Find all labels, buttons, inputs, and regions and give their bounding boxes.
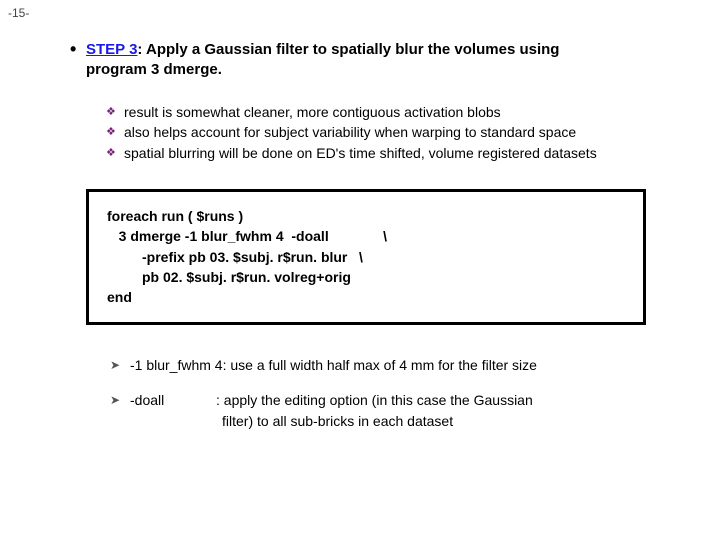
option-desc-line1: : apply the editing option (in this case… <box>216 392 533 408</box>
step-rest-line1: : Apply a Gaussian filter to spatially b… <box>137 41 559 58</box>
diamond-bullet-icon: ❖ <box>106 123 124 141</box>
list-item-text: spatial blurring will be done on ED's ti… <box>124 144 597 163</box>
slide-page: -15- • STEP 3: Apply a Gaussian filter t… <box>0 0 720 540</box>
code-line: pb 02. $subj. r$run. volreg+orig <box>107 267 625 287</box>
bullet-dot-icon: • <box>70 40 86 58</box>
step-label: STEP 3 <box>86 41 137 58</box>
option-desc-line2: filter) to all sub-bricks in each datase… <box>130 411 533 432</box>
slide-content: • STEP 3: Apply a Gaussian filter to spa… <box>70 40 700 446</box>
arrow-bullet-icon: ➤ <box>110 390 130 410</box>
code-block: foreach run ( $runs ) 3 dmerge -1 blur_f… <box>86 189 646 324</box>
sub-point-list: ❖ result is somewhat cleaner, more conti… <box>106 103 700 164</box>
option-text: -1 blur_fwhm 4: use a full width half ma… <box>130 355 537 376</box>
option-text: -doall: apply the editing option (in thi… <box>130 390 533 432</box>
option-key: -doall <box>130 390 216 411</box>
list-item-text: also helps account for subject variabili… <box>124 123 576 142</box>
code-line: end <box>107 287 625 307</box>
list-item: ❖ spatial blurring will be done on ED's … <box>106 144 700 163</box>
list-item: ❖ also helps account for subject variabi… <box>106 123 700 142</box>
option-key: -1 blur_fwhm 4 <box>130 355 223 376</box>
step-heading: • STEP 3: Apply a Gaussian filter to spa… <box>70 40 700 60</box>
step-text-line2: program 3 dmerge. <box>86 60 700 80</box>
diamond-bullet-icon: ❖ <box>106 103 124 121</box>
arrow-bullet-icon: ➤ <box>110 355 130 375</box>
list-item: ➤ -doall: apply the editing option (in t… <box>110 390 700 432</box>
option-list: ➤ -1 blur_fwhm 4: use a full width half … <box>110 355 700 432</box>
page-number: -15- <box>8 6 29 20</box>
step-text: STEP 3: Apply a Gaussian filter to spati… <box>86 40 559 60</box>
diamond-bullet-icon: ❖ <box>106 144 124 162</box>
code-line: 3 dmerge -1 blur_fwhm 4 -doall \ <box>107 226 625 246</box>
code-line: foreach run ( $runs ) <box>107 206 625 226</box>
list-item: ➤ -1 blur_fwhm 4: use a full width half … <box>110 355 700 376</box>
list-item-text: result is somewhat cleaner, more contigu… <box>124 103 501 122</box>
code-line: -prefix pb 03. $subj. r$run. blur \ <box>107 247 625 267</box>
list-item: ❖ result is somewhat cleaner, more conti… <box>106 103 700 122</box>
option-desc: : use a full width half max of 4 mm for … <box>223 357 537 373</box>
